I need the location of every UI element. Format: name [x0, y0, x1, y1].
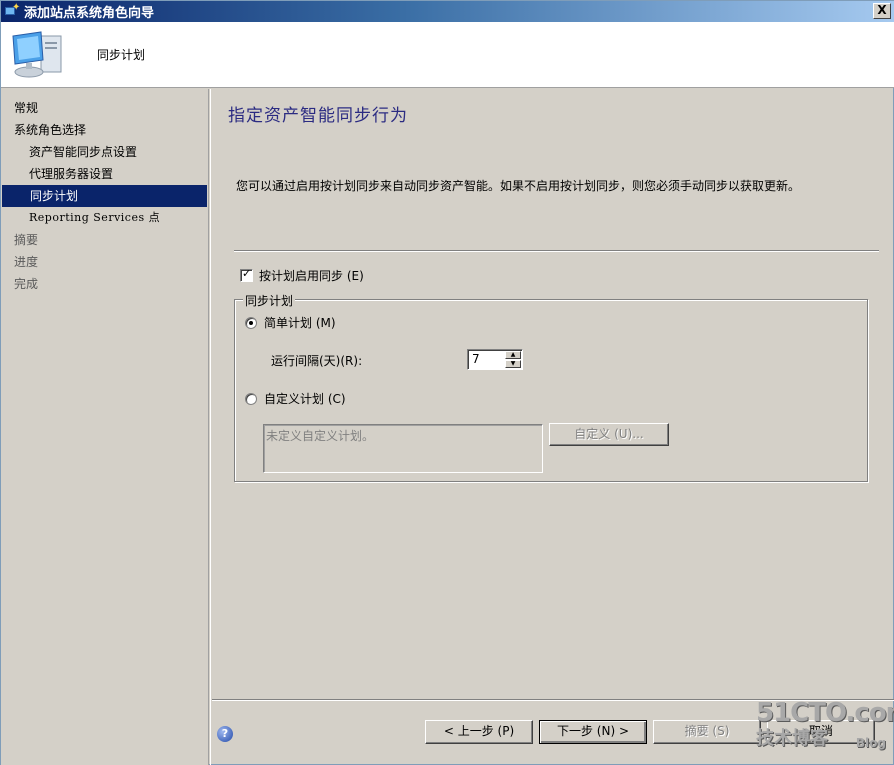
- page-title: 指定资产智能同步行为: [228, 106, 408, 126]
- sidebar-item-general[interactable]: 常规: [1, 97, 208, 119]
- summary-button[interactable]: 摘要 (S): [653, 720, 761, 744]
- main-panel: 指定资产智能同步行为 您可以通过启用按计划同步来自动同步资产智能。如果不启用按计…: [212, 89, 894, 699]
- checkbox-box[interactable]: ✓: [240, 267, 253, 282]
- interval-stepper[interactable]: 7 ▲ ▼: [467, 349, 523, 370]
- cancel-button[interactable]: 取消: [767, 720, 875, 744]
- interval-value[interactable]: 7: [472, 352, 480, 366]
- sidebar-item-progress: 进度: [14, 255, 39, 269]
- customize-button[interactable]: 自定义 (U)...: [549, 423, 669, 446]
- custom-schedule-label: 自定义计划 (C): [264, 392, 346, 406]
- checkmark-icon: ✓: [242, 267, 252, 280]
- stepper-buttons: ▲ ▼: [505, 351, 521, 368]
- description-text: 您可以通过启用按计划同步来自动同步资产智能。如果不启用按计划同步，则您必须手动同…: [236, 179, 801, 193]
- sidebar-item-role-selection[interactable]: 系统角色选择: [1, 119, 208, 141]
- sync-schedule-group: 同步计划 简单计划 (M) 运行间隔(天)(R): 7 ▲ ▼ 自定义计划 (C…: [234, 292, 868, 482]
- help-icon[interactable]: ?: [217, 726, 233, 742]
- sidebar-item-summary: 摘要: [14, 233, 39, 247]
- sidebar-item-sync-schedule[interactable]: 同步计划: [2, 185, 207, 207]
- next-button[interactable]: 下一步 (N) >: [539, 720, 647, 744]
- stepper-down-icon[interactable]: ▼: [505, 360, 521, 368]
- simple-schedule-label: 简单计划 (M): [264, 316, 336, 330]
- group-legend: 同步计划: [243, 292, 296, 309]
- interval-label: 运行间隔(天)(R):: [271, 354, 363, 368]
- radio-dot: [249, 320, 253, 325]
- window-title: 添加站点系统角色向导: [24, 6, 155, 21]
- title-bar: ✦ 添加站点系统角色向导 X: [1, 1, 894, 22]
- wizard-sidebar: 常规 系统角色选择 资产智能同步点设置 代理服务器设置 同步计划 Reporti…: [1, 89, 211, 765]
- sidebar-item-ai-sync-point[interactable]: 资产智能同步点设置: [1, 141, 208, 163]
- enable-schedule-label: 按计划启用同步 (E): [259, 269, 364, 283]
- wizard-window: ✦ 添加站点系统角色向导 X 同步计划 常规 系统角色选择 资产智能同步点设置 …: [0, 0, 894, 765]
- back-button[interactable]: < 上一步 (P): [425, 720, 533, 744]
- header-title: 同步计划: [97, 48, 146, 62]
- radio-button[interactable]: [245, 316, 257, 329]
- close-icon: X: [877, 3, 887, 17]
- simple-schedule-radio[interactable]: 简单计划 (M): [245, 314, 336, 331]
- sidebar-item-reporting-services[interactable]: Reporting Services 点: [1, 207, 208, 229]
- sidebar-item-proxy[interactable]: 代理服务器设置: [1, 163, 208, 185]
- separator: [234, 250, 879, 252]
- computer-icon: [12, 31, 62, 78]
- radio-button[interactable]: [245, 392, 257, 405]
- sidebar-item-completion: 完成: [14, 277, 39, 291]
- stepper-up-icon[interactable]: ▲: [505, 351, 521, 359]
- close-button[interactable]: X: [873, 3, 891, 19]
- wizard-icon: ✦: [4, 2, 20, 20]
- wizard-footer: ? < 上一步 (P) 下一步 (N) > 摘要 (S) 取消: [212, 699, 894, 765]
- enable-schedule-checkbox[interactable]: ✓ 按计划启用同步 (E): [240, 267, 364, 284]
- custom-schedule-display: 未定义自定义计划。: [263, 424, 543, 473]
- wizard-header: 同步计划: [1, 22, 894, 88]
- custom-schedule-radio[interactable]: 自定义计划 (C): [245, 390, 346, 407]
